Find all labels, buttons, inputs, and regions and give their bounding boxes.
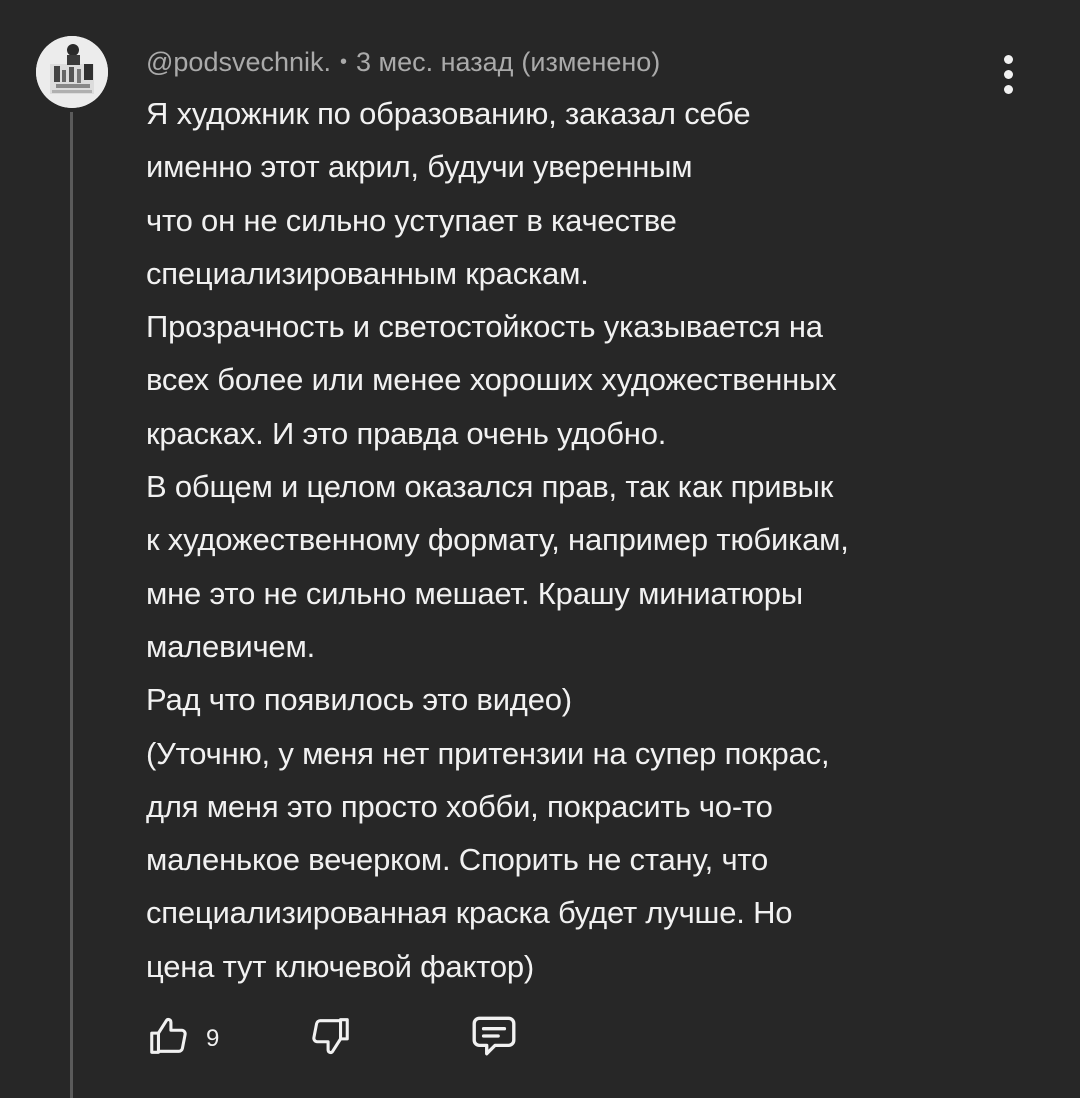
comment-text-line: Я художник по образованию, заказал себе [146,96,751,131]
comment-text-line: В общем и целом оказался прав, так как п… [146,469,834,505]
comment-text-line: специализированным краскам. [146,255,589,291]
more-vertical-icon [1003,54,1013,64]
comment-text-line: малевичем. [146,628,315,664]
reply-thread-line [70,112,73,1098]
reply-comment-icon [472,1016,516,1056]
comment-text-line: всех более или менее хороших художествен… [146,362,837,398]
thumb-down-icon [312,1018,350,1055]
edited-label: (изменено) [521,46,661,77]
comment-text-line: маленькое вечерком. Спорить не стану, чт… [146,842,769,878]
author-handle[interactable]: @podsvechnik. [146,47,331,78]
comment-text-line: для меня это просто хобби, покрасить чо-… [146,788,773,824]
author-avatar[interactable] [36,36,108,108]
thumb-up-icon [150,1017,187,1054]
like-count: 9 [206,1025,220,1052]
comment-text-line: что он не сильно уступает в качестве [146,202,677,238]
dislike-button[interactable] [307,1013,353,1059]
header-separator: • [340,50,348,73]
avatar-image [36,36,108,108]
comment-text-line: мне это не сильно мешает. Крашу миниатюр… [146,575,803,611]
comment-text-line: именно этот акрил, будучи уверенным [146,149,693,185]
more-vertical-icon-dot [1003,69,1013,79]
comment-text-line: специализированная краска будет лучше. Н… [146,895,793,931]
comment-text-line: Прозрачность и светостойкость указываетс… [146,309,823,345]
comment-header: @podsvechnik. • 3 мес. назад (изменено) [146,42,660,82]
comment-text: Я художник по образованию, заказал себе … [146,87,1046,993]
comment-timestamp[interactable]: 3 мес. назад [356,47,513,78]
comment-actions: 9 [146,1010,519,1062]
comment-text-line: красках. И это правда очень удобно. [146,415,667,451]
comment-text-line: Рад что появилось это видео) [146,682,572,718]
comment-text-line: к художественному формату, например тюби… [146,522,849,558]
comment-text-line: (Уточню, у меня нет притензии на супер п… [146,735,830,771]
comment-text-line: цена тут ключевой фактор) [146,948,535,984]
reply-button[interactable] [469,1011,519,1061]
like-button[interactable]: 9 [146,1013,219,1059]
